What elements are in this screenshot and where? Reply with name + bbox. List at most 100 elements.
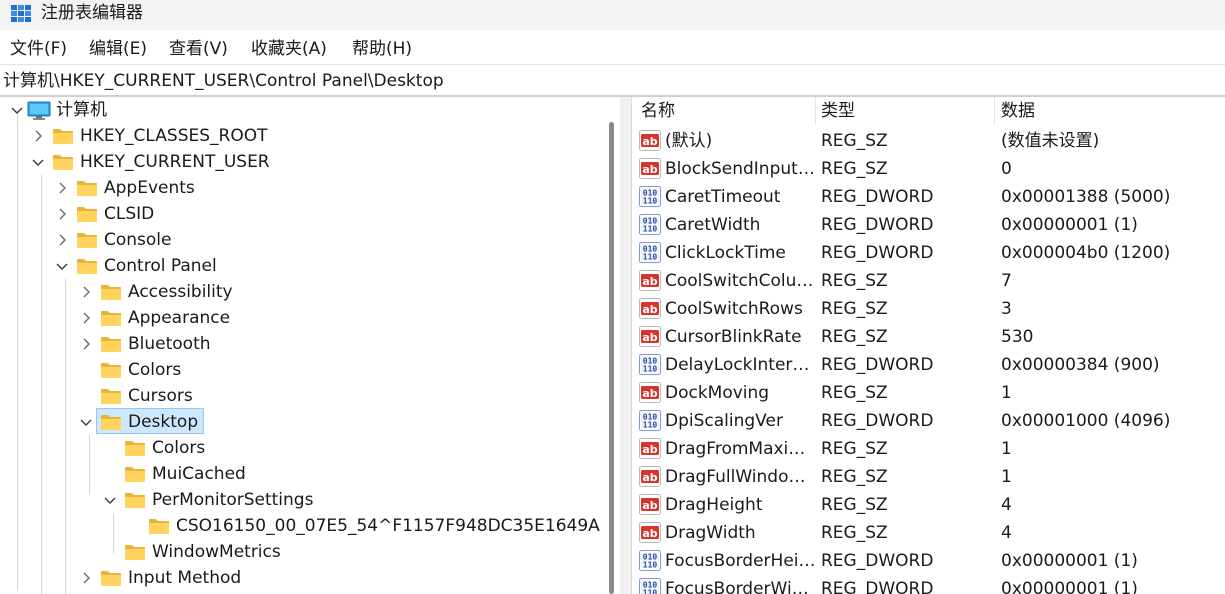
value-name: CaretTimeout [665,187,781,207]
folder-icon [124,465,146,483]
tree-item-input-method[interactable]: Input Method [0,566,600,592]
chevron-right-icon[interactable] [79,337,93,351]
menu-help[interactable]: 帮助(H) [352,39,412,59]
tree-item-desktop-colors[interactable]: Colors [0,436,600,462]
chevron-down-icon[interactable] [103,493,117,507]
value-type: REG_SZ [821,439,888,459]
tree-label: MuiCached [152,464,246,484]
tree-item-control-panel[interactable]: Control Panel [0,254,600,280]
tree-item-cso-monitor[interactable]: CSO16150_00_07E5_54^F1157F948DC35E1649A [0,514,600,540]
value-type: REG_SZ [821,495,888,515]
column-resize-handle[interactable] [815,97,816,125]
value-data: 0x00000001 (1) [1001,215,1138,235]
chevron-right-icon[interactable] [55,207,69,221]
menu-favorites[interactable]: 收藏夹(A) [251,39,327,59]
folder-icon [100,335,122,353]
menu-file[interactable]: 文件(F) [10,39,67,59]
string-value-icon [639,522,661,543]
value-data: 530 [1001,327,1034,347]
column-header-data[interactable]: 数据 [1001,100,1035,122]
list-item[interactable]: CoolSwitchRows REG_SZ 3 [633,295,1225,323]
value-data: 3 [1001,299,1012,319]
folder-icon [100,361,122,379]
value-name: (默认) [665,131,713,151]
binary-value-icon [639,550,661,571]
address-path[interactable]: 计算机\HKEY_CURRENT_USER\Control Panel\Desk… [3,71,444,91]
list-item[interactable]: DragWidth REG_SZ 4 [633,519,1225,547]
value-data: 0x00000384 (900) [1001,355,1160,375]
tree-item-clsid[interactable]: CLSID [0,202,600,228]
folder-open-icon [76,257,98,275]
title-bar[interactable]: 注册表编辑器 [0,0,1225,30]
list-item[interactable]: FocusBorderHei… REG_DWORD 0x00000001 (1) [633,547,1225,575]
list-item[interactable]: CaretTimeout REG_DWORD 0x00001388 (5000) [633,183,1225,211]
folder-icon [100,387,122,405]
folder-open-icon [124,491,146,509]
folder-icon [76,231,98,249]
list-item[interactable]: DragFullWindo… REG_SZ 1 [633,463,1225,491]
tree-item-hkey-current-user[interactable]: HKEY_CURRENT_USER [0,150,600,176]
list-item[interactable]: CoolSwitchColu… REG_SZ 7 [633,267,1225,295]
chevron-down-icon[interactable] [79,415,93,429]
value-type: REG_SZ [821,271,888,291]
chevron-right-icon[interactable] [31,129,45,143]
computer-icon [27,101,51,121]
list-item[interactable]: DragHeight REG_SZ 4 [633,491,1225,519]
list-item[interactable]: (默认) REG_SZ (数值未设置) [633,127,1225,155]
tree-item-windowmetrics[interactable]: WindowMetrics [0,540,600,566]
tree-item-console[interactable]: Console [0,228,600,254]
list-header: 名称 类型 数据 [633,97,1225,125]
chevron-right-icon[interactable] [55,233,69,247]
list-item[interactable]: DpiScalingVer REG_DWORD 0x00001000 (4096) [633,407,1225,435]
chevron-right-icon[interactable] [79,311,93,325]
menu-bar: 文件(F) 编辑(E) 查看(V) 收藏夹(A) 帮助(H) [0,34,1225,65]
chevron-down-icon[interactable] [31,155,45,169]
tree-item-bluetooth[interactable]: Bluetooth [0,332,600,358]
chevron-right-icon[interactable] [55,181,69,195]
column-resize-handle[interactable] [994,97,995,125]
chevron-right-icon[interactable] [79,571,93,585]
value-data: 0x00000001 (1) [1001,551,1138,571]
list-item[interactable]: FocusBorderWi… REG_DWORD 0x00000001 (1) [633,575,1225,594]
tree-item-appevents[interactable]: AppEvents [0,176,600,202]
value-name: DelayLockInter… [665,355,810,375]
value-name: DockMoving [665,383,770,403]
address-bar[interactable]: 计算机\HKEY_CURRENT_USER\Control Panel\Desk… [0,67,1225,95]
tree-scrollbar-thumb[interactable] [609,122,614,594]
list-item[interactable]: ClickLockTime REG_DWORD 0x000004b0 (1200) [633,239,1225,267]
tree-item-desktop[interactable]: Desktop [0,410,600,436]
binary-value-icon [639,354,661,375]
list-item[interactable]: CursorBlinkRate REG_SZ 530 [633,323,1225,351]
tree-item-colors[interactable]: Colors [0,358,600,384]
chevron-right-icon[interactable] [79,285,93,299]
tree-item-accessibility[interactable]: Accessibility [0,280,600,306]
tree-item-hkey-classes-root[interactable]: HKEY_CLASSES_ROOT [0,124,600,150]
registry-tree[interactable]: 计算机 HKEY_CLASSES_ROOT HKEY_CURRENT_USER … [0,97,617,594]
list-item[interactable]: DockMoving REG_SZ 1 [633,379,1225,407]
chevron-down-icon[interactable] [10,103,24,117]
tree-item-muicached[interactable]: MuiCached [0,462,600,488]
list-item[interactable]: DelayLockInter… REG_DWORD 0x00000384 (900) [633,351,1225,379]
string-value-icon [639,326,661,347]
folder-icon [100,309,122,327]
value-type: REG_DWORD [821,355,934,375]
tree-item-cursors[interactable]: Cursors [0,384,600,410]
folder-open-icon [100,413,122,431]
tree-label: Bluetooth [128,334,211,354]
tree-label: Cursors [128,386,193,406]
column-header-type[interactable]: 类型 [821,100,855,122]
list-item[interactable]: DragFromMaxi… REG_SZ 1 [633,435,1225,463]
list-item[interactable]: BlockSendInput… REG_SZ 0 [633,155,1225,183]
menu-edit[interactable]: 编辑(E) [89,39,147,59]
value-data: 1 [1001,467,1012,487]
values-list[interactable]: 名称 类型 数据 (默认) REG_SZ (数值未设置) BlockSendInput… [633,97,1225,594]
chevron-down-icon[interactable] [55,259,69,273]
tree-item-computer[interactable]: 计算机 [0,98,600,124]
tree-item-appearance[interactable]: Appearance [0,306,600,332]
menu-view[interactable]: 查看(V) [169,39,228,59]
value-type: REG_SZ [821,327,888,347]
column-header-name[interactable]: 名称 [641,100,675,122]
tree-item-permonitorsettings[interactable]: PerMonitorSettings [0,488,600,514]
folder-icon [76,179,98,197]
list-item[interactable]: CaretWidth REG_DWORD 0x00000001 (1) [633,211,1225,239]
